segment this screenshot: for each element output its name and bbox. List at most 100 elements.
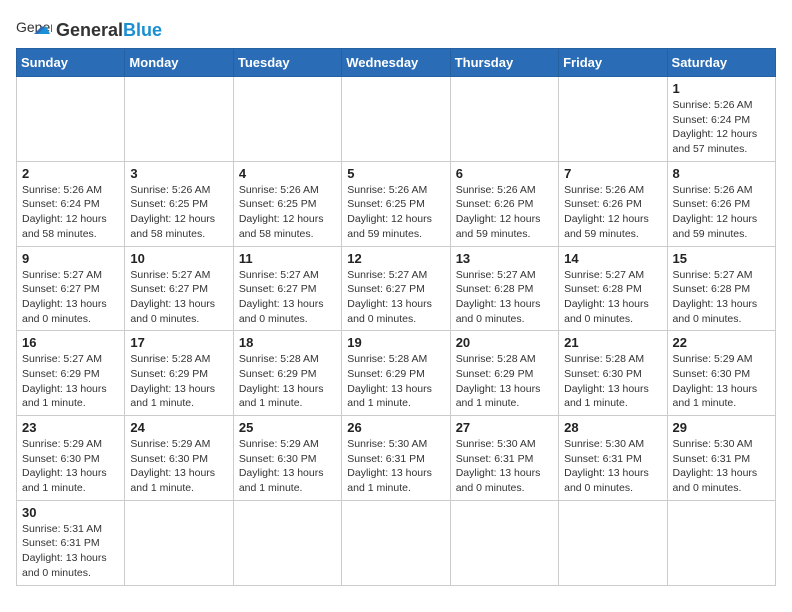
day-number: 27 (456, 420, 553, 435)
day-info: Sunrise: 5:26 AM Sunset: 6:26 PM Dayligh… (673, 183, 770, 242)
calendar-cell: 2 Sunrise: 5:26 AM Sunset: 6:24 PM Daylig… (17, 161, 125, 246)
calendar-cell (233, 500, 341, 585)
calendar-cell (559, 500, 667, 585)
day-info: Sunrise: 5:30 AM Sunset: 6:31 PM Dayligh… (347, 437, 444, 496)
calendar-cell (17, 77, 125, 162)
day-info: Sunrise: 5:30 AM Sunset: 6:31 PM Dayligh… (564, 437, 661, 496)
day-info: Sunrise: 5:31 AM Sunset: 6:31 PM Dayligh… (22, 522, 119, 581)
day-info: Sunrise: 5:27 AM Sunset: 6:28 PM Dayligh… (456, 268, 553, 327)
weekday-header-saturday: Saturday (667, 49, 775, 77)
day-number: 29 (673, 420, 770, 435)
page-header: General GeneralBlue (16, 16, 776, 44)
day-info: Sunrise: 5:29 AM Sunset: 6:30 PM Dayligh… (22, 437, 119, 496)
weekday-header-row: SundayMondayTuesdayWednesdayThursdayFrid… (17, 49, 776, 77)
day-number: 14 (564, 251, 661, 266)
day-number: 20 (456, 335, 553, 350)
calendar-cell: 1Sunrise: 5:26 AM Sunset: 6:24 PM Daylig… (667, 77, 775, 162)
calendar-body: 1 Sunrise: 5:26 AM Sunset: 6:24 PM Daylig… (17, 77, 776, 586)
calendar-table: SundayMondayTuesdayWednesdayThursdayFrid… (16, 48, 776, 586)
day-number: 2 (22, 166, 119, 181)
calendar-cell: 7Sunrise: 5:26 AM Sunset: 6:26 PM Daylig… (559, 161, 667, 246)
day-info: Sunrise: 5:26 AM Sunset: 6:25 PM Dayligh… (130, 183, 227, 242)
calendar-cell: 25 Sunrise: 5:29 AM Sunset: 6:30 PM Dayli… (233, 416, 341, 501)
calendar-cell: 14 Sunrise: 5:27 AM Sunset: 6:28 PM Dayli… (559, 246, 667, 331)
day-number: 5 (347, 166, 444, 181)
day-number: 3 (130, 166, 227, 181)
day-number: 4 (239, 166, 336, 181)
calendar-cell: 30Sunrise: 5:31 AM Sunset: 6:31 PM Dayli… (17, 500, 125, 585)
day-info: Sunrise: 5:27 AM Sunset: 6:28 PM Dayligh… (564, 268, 661, 327)
calendar-week-row: 30Sunrise: 5:31 AM Sunset: 6:31 PM Dayli… (17, 500, 776, 585)
logo-text: GeneralBlue (56, 20, 162, 40)
calendar-cell: 3 Sunrise: 5:26 AM Sunset: 6:25 PM Daylig… (125, 161, 233, 246)
weekday-header-tuesday: Tuesday (233, 49, 341, 77)
day-number: 24 (130, 420, 227, 435)
day-info: Sunrise: 5:30 AM Sunset: 6:31 PM Dayligh… (673, 437, 770, 496)
day-info: Sunrise: 5:28 AM Sunset: 6:29 PM Dayligh… (347, 352, 444, 411)
calendar-cell: 9Sunrise: 5:27 AM Sunset: 6:27 PM Daylig… (17, 246, 125, 331)
calendar-cell (342, 77, 450, 162)
calendar-cell: 29 Sunrise: 5:30 AM Sunset: 6:31 PM Dayli… (667, 416, 775, 501)
calendar-cell (342, 500, 450, 585)
day-number: 8 (673, 166, 770, 181)
logo-icon: General (16, 16, 52, 44)
calendar-week-row: 9Sunrise: 5:27 AM Sunset: 6:27 PM Daylig… (17, 246, 776, 331)
calendar-cell: 19 Sunrise: 5:28 AM Sunset: 6:29 PM Dayli… (342, 331, 450, 416)
calendar-cell (559, 77, 667, 162)
day-number: 19 (347, 335, 444, 350)
day-info: Sunrise: 5:29 AM Sunset: 6:30 PM Dayligh… (239, 437, 336, 496)
day-number: 12 (347, 251, 444, 266)
day-number: 16 (22, 335, 119, 350)
day-number: 17 (130, 335, 227, 350)
calendar-cell: 27Sunrise: 5:30 AM Sunset: 6:31 PM Dayli… (450, 416, 558, 501)
day-number: 26 (347, 420, 444, 435)
day-info: Sunrise: 5:28 AM Sunset: 6:29 PM Dayligh… (239, 352, 336, 411)
calendar-cell (233, 77, 341, 162)
day-info: Sunrise: 5:27 AM Sunset: 6:27 PM Dayligh… (347, 268, 444, 327)
day-info: Sunrise: 5:27 AM Sunset: 6:29 PM Dayligh… (22, 352, 119, 411)
day-number: 1 (673, 81, 770, 96)
calendar-cell (125, 77, 233, 162)
day-info: Sunrise: 5:26 AM Sunset: 6:25 PM Dayligh… (239, 183, 336, 242)
day-number: 18 (239, 335, 336, 350)
calendar-week-row: 2 Sunrise: 5:26 AM Sunset: 6:24 PM Daylig… (17, 161, 776, 246)
day-number: 7 (564, 166, 661, 181)
calendar-cell: 23 Sunrise: 5:29 AM Sunset: 6:30 PM Dayli… (17, 416, 125, 501)
day-number: 23 (22, 420, 119, 435)
calendar-cell: 12 Sunrise: 5:27 AM Sunset: 6:27 PM Dayli… (342, 246, 450, 331)
calendar-cell: 17 Sunrise: 5:28 AM Sunset: 6:29 PM Dayli… (125, 331, 233, 416)
day-info: Sunrise: 5:27 AM Sunset: 6:28 PM Dayligh… (673, 268, 770, 327)
calendar-header: SundayMondayTuesdayWednesdayThursdayFrid… (17, 49, 776, 77)
weekday-header-monday: Monday (125, 49, 233, 77)
calendar-cell: 22Sunrise: 5:29 AM Sunset: 6:30 PM Dayli… (667, 331, 775, 416)
calendar-cell: 18 Sunrise: 5:28 AM Sunset: 6:29 PM Dayli… (233, 331, 341, 416)
day-number: 25 (239, 420, 336, 435)
calendar-cell (450, 77, 558, 162)
calendar-cell: 15 Sunrise: 5:27 AM Sunset: 6:28 PM Dayli… (667, 246, 775, 331)
calendar-cell: 28 Sunrise: 5:30 AM Sunset: 6:31 PM Dayli… (559, 416, 667, 501)
weekday-header-wednesday: Wednesday (342, 49, 450, 77)
day-number: 11 (239, 251, 336, 266)
calendar-cell: 11Sunrise: 5:27 AM Sunset: 6:27 PM Dayli… (233, 246, 341, 331)
day-info: Sunrise: 5:28 AM Sunset: 6:30 PM Dayligh… (564, 352, 661, 411)
day-number: 10 (130, 251, 227, 266)
day-info: Sunrise: 5:29 AM Sunset: 6:30 PM Dayligh… (673, 352, 770, 411)
weekday-header-friday: Friday (559, 49, 667, 77)
calendar-cell: 16 Sunrise: 5:27 AM Sunset: 6:29 PM Dayli… (17, 331, 125, 416)
calendar-cell (125, 500, 233, 585)
day-number: 28 (564, 420, 661, 435)
day-info: Sunrise: 5:26 AM Sunset: 6:26 PM Dayligh… (456, 183, 553, 242)
day-number: 6 (456, 166, 553, 181)
calendar-cell (667, 500, 775, 585)
calendar-cell: 10Sunrise: 5:27 AM Sunset: 6:27 PM Dayli… (125, 246, 233, 331)
day-info: Sunrise: 5:26 AM Sunset: 6:24 PM Dayligh… (22, 183, 119, 242)
logo: General GeneralBlue (16, 16, 162, 44)
calendar-cell: 5Sunrise: 5:26 AM Sunset: 6:25 PM Daylig… (342, 161, 450, 246)
calendar-week-row: 1Sunrise: 5:26 AM Sunset: 6:24 PM Daylig… (17, 77, 776, 162)
calendar-week-row: 16 Sunrise: 5:27 AM Sunset: 6:29 PM Dayli… (17, 331, 776, 416)
weekday-header-sunday: Sunday (17, 49, 125, 77)
day-info: Sunrise: 5:29 AM Sunset: 6:30 PM Dayligh… (130, 437, 227, 496)
calendar-cell: 8 Sunrise: 5:26 AM Sunset: 6:26 PM Daylig… (667, 161, 775, 246)
day-info: Sunrise: 5:28 AM Sunset: 6:29 PM Dayligh… (130, 352, 227, 411)
day-number: 15 (673, 251, 770, 266)
